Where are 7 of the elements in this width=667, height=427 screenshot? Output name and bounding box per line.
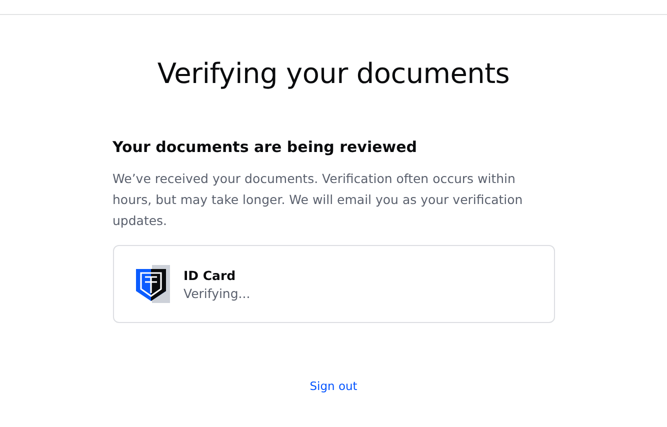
description-text: We’ve received your documents. Verification often occurs within hours, but may take longer. We will email you as your verification updates. [112,170,524,230]
document-status: Verifying... [184,286,250,300]
section-heading: Your documents are being reviewed [112,138,418,156]
sign-out-link[interactable]: Sign out [310,379,358,393]
document-name: ID Card [184,268,237,282]
shield-icon [134,265,170,303]
page-title: Verifying your documents [157,57,510,90]
